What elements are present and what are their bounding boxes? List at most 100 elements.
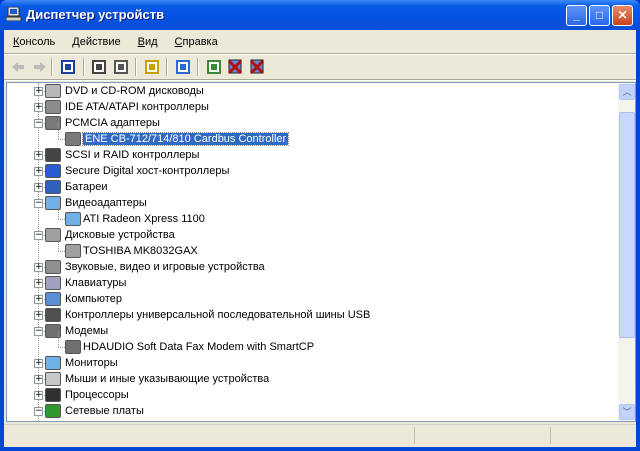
menu-help[interactable]: Справка	[166, 33, 226, 53]
toolbar-separator	[135, 58, 137, 76]
collapse-toggle[interactable]: −	[34, 327, 43, 336]
properties-button[interactable]	[90, 58, 108, 76]
menu-bar: Консоль Действие Вид Справка	[4, 33, 226, 53]
tree-line	[58, 203, 59, 219]
collapse-toggle[interactable]: −	[34, 119, 43, 128]
toolbar	[4, 55, 636, 79]
tree-item-label: Звуковые, видео и игровые устройства	[65, 261, 265, 273]
expand-toggle[interactable]: +	[34, 167, 43, 176]
collapse-toggle[interactable]: −	[34, 407, 43, 416]
tree-item[interactable]: PCMCIA адаптеры	[65, 115, 160, 131]
scroll-thumb[interactable]	[619, 112, 635, 338]
scan-hardware-icon	[176, 60, 190, 74]
toolbar-separator	[83, 58, 85, 76]
tree-item[interactable]: Видеоадаптеры	[65, 195, 147, 211]
maximize-button[interactable]: □	[589, 5, 610, 26]
tree-item-label: TOSHIBA MK8032GAX	[83, 245, 198, 257]
menu-console[interactable]: Консоль	[4, 33, 63, 53]
tree-item[interactable]: ATI Radeon Xpress 1100	[83, 211, 205, 227]
properties-icon	[92, 60, 106, 74]
tree-item[interactable]: TOSHIBA MK8032GAX	[83, 243, 198, 259]
tree-item[interactable]: Компьютер	[65, 291, 122, 307]
tree-item-label: Модемы	[65, 325, 109, 337]
menu-view[interactable]: Вид	[129, 33, 166, 53]
collapse-toggle[interactable]: −	[34, 231, 43, 240]
collapse-toggle[interactable]: −	[34, 199, 43, 208]
pcmcia-card-icon	[65, 132, 81, 146]
tree-item[interactable]: IDE ATA/ATAPI контроллеры	[65, 99, 209, 115]
tree-line	[58, 139, 65, 140]
tree-line	[58, 251, 65, 252]
toolbar-separator	[197, 58, 199, 76]
tree-item[interactable]: HDAUDIO Soft Data Fax Modem with SmartCP	[83, 339, 314, 355]
ide-controller-icon	[45, 100, 61, 114]
expand-toggle[interactable]: +	[34, 279, 43, 288]
forward-icon	[34, 62, 46, 72]
disable-icon	[249, 59, 265, 75]
minimize-button[interactable]: _	[566, 5, 587, 26]
update-driver-icon	[207, 60, 221, 74]
tree-item[interactable]: Звуковые, видео и игровые устройства	[65, 259, 265, 275]
tree-item-label: ATI Radeon Xpress 1100	[83, 213, 205, 225]
update-driver-button[interactable]	[205, 58, 223, 76]
tree-item-label: Контроллеры универсальной последовательн…	[65, 309, 371, 321]
help-button[interactable]	[143, 58, 161, 76]
close-button[interactable]: ✕	[612, 5, 633, 26]
tree-item-label: DVD и CD-ROM дисководы	[65, 85, 204, 97]
tree-item[interactable]: Батареи	[65, 179, 108, 195]
scan-hardware-button[interactable]	[174, 58, 192, 76]
menu-action[interactable]: Действие	[63, 33, 128, 53]
print-button[interactable]	[112, 58, 130, 76]
back-button[interactable]	[9, 58, 27, 76]
modem-device-icon	[65, 340, 81, 354]
show-hide-tree-button[interactable]	[59, 58, 77, 76]
tree-item[interactable]: Дисковые устройства	[65, 227, 175, 243]
tree-item[interactable]: Мониторы	[65, 355, 118, 371]
expand-toggle[interactable]: +	[34, 295, 43, 304]
expand-toggle[interactable]: +	[34, 391, 43, 400]
tree-item-label: Мониторы	[65, 357, 118, 369]
usb-icon	[45, 308, 61, 322]
cdrom-icon	[45, 84, 61, 98]
tree-item[interactable]: Сетевые платы	[65, 403, 144, 419]
tree-item[interactable]: Контроллеры универсальной последовательн…	[65, 307, 370, 323]
tree-item[interactable]: DVD и CD-ROM дисководы	[65, 83, 204, 99]
expand-toggle[interactable]: +	[34, 183, 43, 192]
tree-item-label: Видеоадаптеры	[65, 197, 147, 209]
scroll-down-button[interactable]: ﹀	[619, 404, 635, 420]
tree-item[interactable]: Модемы	[65, 323, 108, 339]
expand-toggle[interactable]: +	[34, 263, 43, 272]
tree-item[interactable]: Клавиатуры	[65, 275, 126, 291]
expand-toggle[interactable]: +	[34, 103, 43, 112]
monitors-icon	[45, 356, 61, 370]
status-pane	[414, 427, 415, 444]
tree-line	[58, 347, 65, 348]
tree-item[interactable]: Мыши и иные указывающие устройства	[65, 371, 269, 387]
expand-toggle[interactable]: +	[34, 375, 43, 384]
tree-item-label: IDE ATA/ATAPI контроллеры	[65, 101, 209, 113]
disable-button[interactable]	[248, 58, 266, 76]
uninstall-icon	[227, 59, 243, 75]
scroll-up-button[interactable]: ︿	[619, 84, 635, 100]
monitor-icon	[65, 212, 81, 226]
network-card-icon	[45, 404, 61, 418]
tree-item[interactable]: SCSI и RAID контроллеры	[65, 147, 199, 163]
expand-toggle[interactable]: +	[34, 151, 43, 160]
vertical-scrollbar[interactable]: ︿ ﹀	[618, 83, 635, 421]
forward-button[interactable]	[31, 58, 49, 76]
tree-item[interactable]: ENE CB-712/714/810 Cardbus Controller	[81, 131, 290, 147]
tree-item[interactable]: Secure Digital хост-контроллеры	[65, 163, 229, 179]
uninstall-button[interactable]	[226, 58, 244, 76]
computer-icon	[6, 7, 22, 21]
title-bar[interactable]: Диспетчер устройств _ □ ✕	[0, 0, 640, 30]
device-tree[interactable]: ︿ ﹀ + DVD и CD-ROM дисководы + IDE ATA/ATAP…	[6, 82, 636, 422]
expand-toggle[interactable]: +	[34, 311, 43, 320]
device-manager-window: Диспетчер устройств _ □ ✕ Консоль Действи…	[0, 0, 640, 451]
expand-toggle[interactable]: +	[34, 87, 43, 96]
tree-item[interactable]: Процессоры	[65, 387, 129, 403]
tree-item-label: HDAUDIO Soft Data Fax Modem with SmartCP	[83, 341, 315, 353]
tree-item-label: Компьютер	[65, 293, 122, 305]
print-icon	[114, 60, 128, 74]
expand-toggle[interactable]: +	[34, 359, 43, 368]
tree-item-label: Secure Digital хост-контроллеры	[65, 165, 230, 177]
